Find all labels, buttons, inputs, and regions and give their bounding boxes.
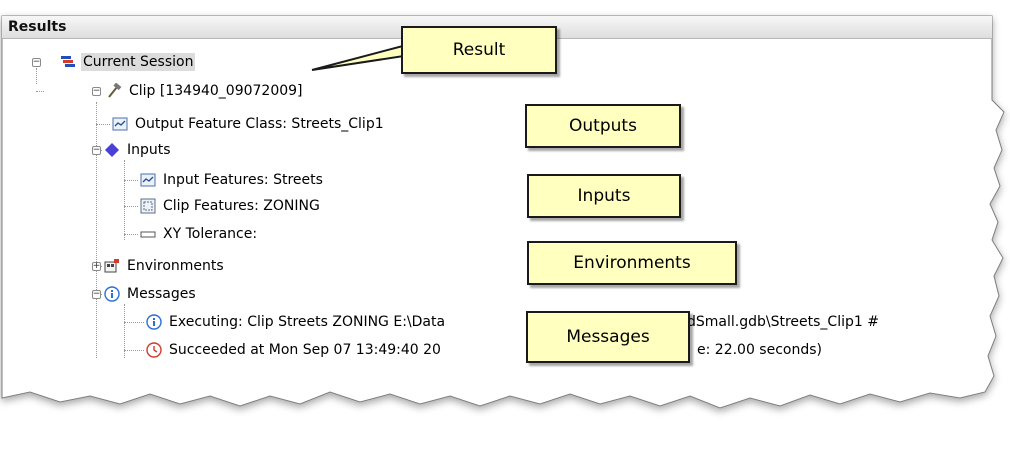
tree-line — [96, 124, 110, 125]
tree-item-output-feature[interactable]: Output Feature Class: Streets_Clip1 — [112, 113, 386, 135]
input-features-label: Input Features: Streets — [163, 172, 323, 188]
tree-line — [36, 91, 44, 92]
results-window: Results − − − + − Current Session Clip [… — [0, 0, 1010, 455]
current-session-label: Current Session — [81, 53, 196, 71]
message-executing-tail-text: dSmall.gdb\Streets_Clip1 # — [687, 314, 879, 330]
callout-result: Result — [401, 26, 557, 74]
feature-class-icon — [112, 116, 128, 132]
callout-inputs-label: Inputs — [577, 186, 631, 206]
tree-item-input-features[interactable]: Input Features: Streets — [140, 169, 325, 191]
callout-outputs-label: Outputs — [569, 116, 637, 136]
tree-item-environments[interactable]: Environments — [104, 255, 226, 277]
tree-item-message-succeeded[interactable]: Succeeded at Mon Sep 07 13:49:40 20 — [146, 339, 443, 361]
tree-line — [96, 102, 97, 358]
session-collapse-toggle[interactable]: − — [32, 58, 41, 67]
tree-item-inputs[interactable]: Inputs — [104, 139, 173, 161]
message-succeeded-tail-text: e: 22.00 seconds) — [697, 342, 822, 358]
clip-features-label: Clip Features: ZONING — [163, 198, 320, 214]
messages-label: Messages — [127, 286, 196, 302]
tree-line — [124, 206, 138, 207]
panel-title: Results — [8, 19, 67, 35]
session-stack-icon — [60, 54, 76, 70]
feature-class-icon — [140, 172, 156, 188]
callout-environments: Environments — [527, 241, 737, 285]
polygon-layer-icon — [140, 198, 156, 214]
inputs-collapse-toggle[interactable]: − — [92, 146, 101, 155]
tree-line — [124, 350, 144, 351]
callout-inputs: Inputs — [527, 174, 681, 218]
callout-result-label: Result — [452, 40, 506, 60]
tree-item-clip-features[interactable]: Clip Features: ZONING — [140, 195, 322, 217]
clip-collapse-toggle[interactable]: − — [92, 87, 101, 96]
tree-line — [124, 180, 138, 181]
tree-line — [124, 234, 138, 235]
environments-expand-toggle[interactable]: + — [92, 262, 101, 271]
text-field-icon — [140, 226, 156, 242]
callout-messages-label: Messages — [566, 327, 650, 347]
info-icon — [146, 314, 162, 330]
callout-messages: Messages — [526, 311, 690, 363]
clip-tool-label: Clip [134940_09072009] — [129, 83, 303, 99]
message-executing-text: Executing: Clip Streets ZONING E:\Data — [169, 314, 446, 330]
info-icon — [104, 286, 120, 302]
hammer-icon — [106, 83, 122, 99]
inputs-label: Inputs — [127, 142, 171, 158]
message-executing-tail: dSmall.gdb\Streets_Clip1 # — [685, 311, 881, 333]
diamond-icon — [104, 142, 120, 158]
messages-collapse-toggle[interactable]: − — [92, 290, 101, 299]
environment-settings-icon — [104, 258, 120, 274]
tree-item-xy-tolerance[interactable]: XY Tolerance: — [140, 223, 259, 245]
callout-environments-label: Environments — [573, 253, 691, 273]
environments-label: Environments — [127, 258, 224, 274]
callout-outputs: Outputs — [525, 104, 681, 148]
clock-icon — [146, 342, 162, 358]
tree-line — [36, 68, 37, 84]
message-succeeded-tail: e: 22.00 seconds) — [695, 339, 824, 361]
output-feature-label: Output Feature Class: Streets_Clip1 — [135, 116, 384, 132]
tree-item-clip-tool[interactable]: Clip [134940_09072009] — [106, 80, 305, 102]
tree-line — [124, 160, 125, 240]
tree-item-current-session[interactable]: Current Session — [60, 51, 196, 73]
message-succeeded-text: Succeeded at Mon Sep 07 13:49:40 20 — [169, 342, 441, 358]
tree-item-message-executing[interactable]: Executing: Clip Streets ZONING E:\Data — [146, 311, 447, 333]
tree-line — [124, 322, 144, 323]
tree-item-messages[interactable]: Messages — [104, 283, 198, 305]
xy-tolerance-label: XY Tolerance: — [163, 226, 258, 242]
